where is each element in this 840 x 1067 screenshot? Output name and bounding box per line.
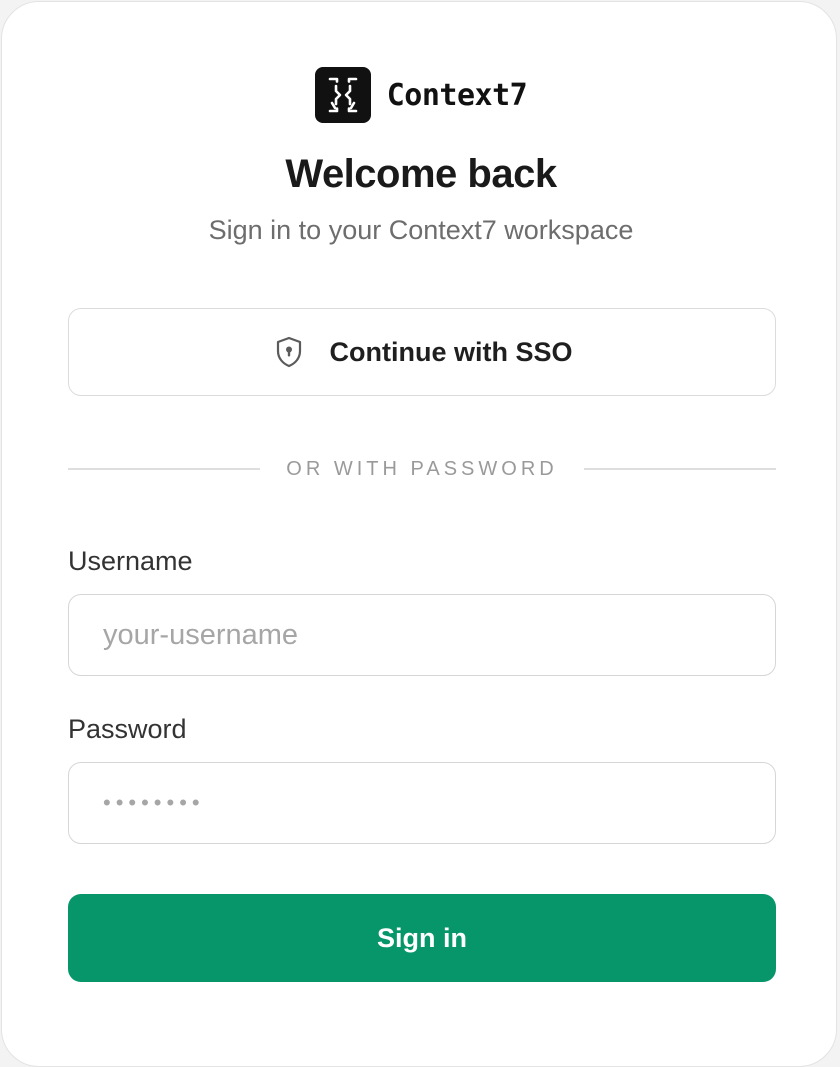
sso-button-label: Continue with SSO	[329, 336, 573, 367]
shield-lock-icon	[272, 335, 306, 369]
password-input[interactable]	[68, 762, 776, 844]
sign-in-button[interactable]: Sign in	[68, 894, 776, 982]
sso-button[interactable]: Continue with SSO	[68, 308, 776, 396]
page-subtitle: Sign in to your Context7 workspace	[208, 215, 634, 245]
brand: Context7	[2, 67, 840, 123]
divider-line-right	[583, 468, 776, 470]
login-card: Context7 Welcome back Sign in to your Co…	[1, 1, 837, 1067]
context7-logo-icon	[314, 67, 371, 123]
divider-text: OR WITH PASSWORD	[286, 457, 558, 480]
sign-in-button-label: Sign in	[377, 922, 467, 953]
username-input[interactable]	[68, 594, 776, 676]
page-title: Welcome back	[285, 152, 557, 196]
divider-line-left	[68, 468, 261, 470]
brand-name: Context7	[386, 77, 528, 113]
password-label: Password	[68, 714, 187, 744]
divider: OR WITH PASSWORD	[68, 454, 776, 484]
username-label: Username	[68, 546, 193, 576]
